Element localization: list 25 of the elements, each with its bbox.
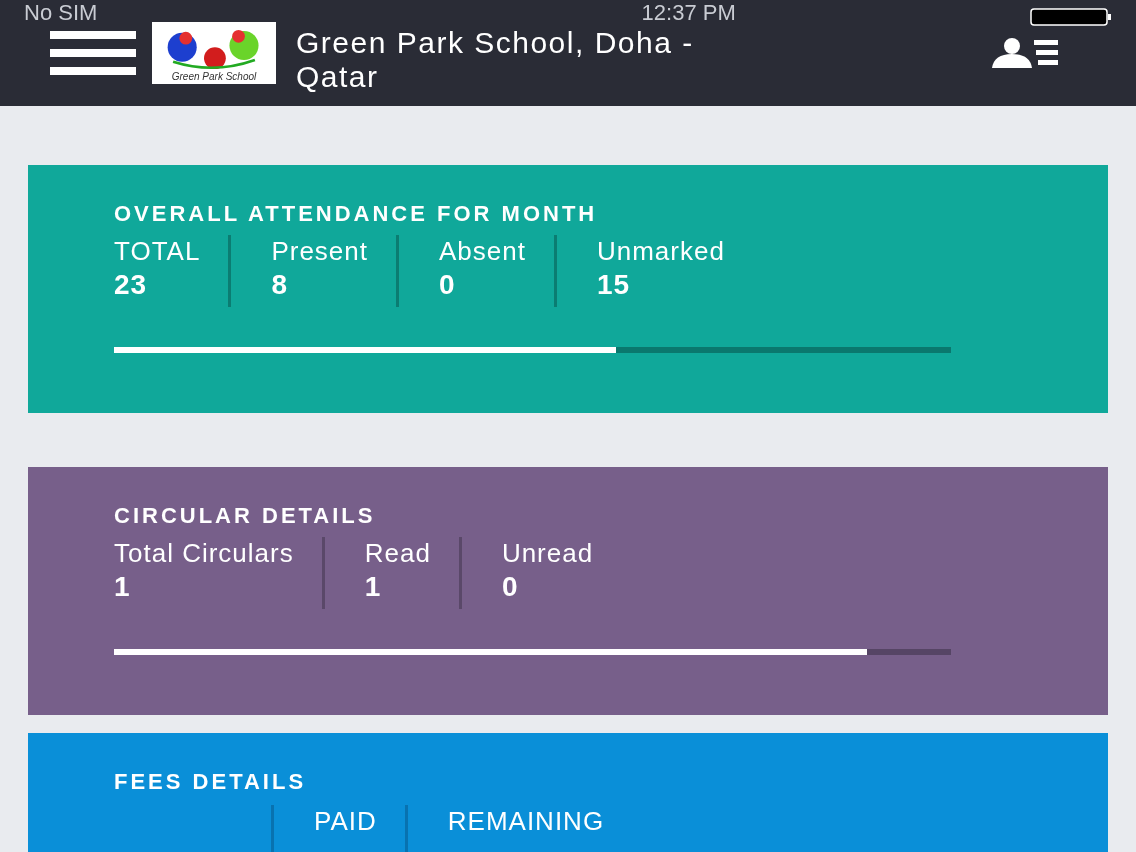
menu-icon[interactable] <box>50 31 136 75</box>
stat-value: 1 <box>364 570 383 604</box>
stat-value: 1 <box>114 570 132 604</box>
stat-label: Unmarked <box>596 235 725 267</box>
stat-label: Unread <box>501 537 594 569</box>
stat-label: TOTAL <box>114 235 201 267</box>
clock-label: 12:37 PM <box>641 0 736 26</box>
stat-label: Read <box>364 537 431 569</box>
stat-label: Present <box>271 235 368 267</box>
stat-value: 0 <box>501 570 520 604</box>
stat-label: REMAINING <box>447 805 605 837</box>
stat-label: PAID <box>314 805 377 837</box>
stat-value: 15 <box>596 268 632 302</box>
stat-value: 23 <box>114 268 149 302</box>
stat-label: Total Circulars <box>114 537 294 569</box>
card-title: CIRCULAR DETAILS <box>114 503 377 529</box>
card-title: FEES DETAILS <box>114 769 308 795</box>
logo-caption: Green Park School <box>171 71 257 82</box>
school-title: Green Park School, Doha - Qatar <box>296 26 695 94</box>
stat-label: Absent <box>439 235 526 267</box>
stat-value: 8 <box>271 268 289 302</box>
card-title: OVERALL ATTENDANCE FOR MONTH <box>114 201 599 227</box>
battery-icon <box>1030 8 1112 28</box>
carrier-label: No SIM <box>24 0 98 26</box>
stat-value: 0 <box>439 268 457 302</box>
